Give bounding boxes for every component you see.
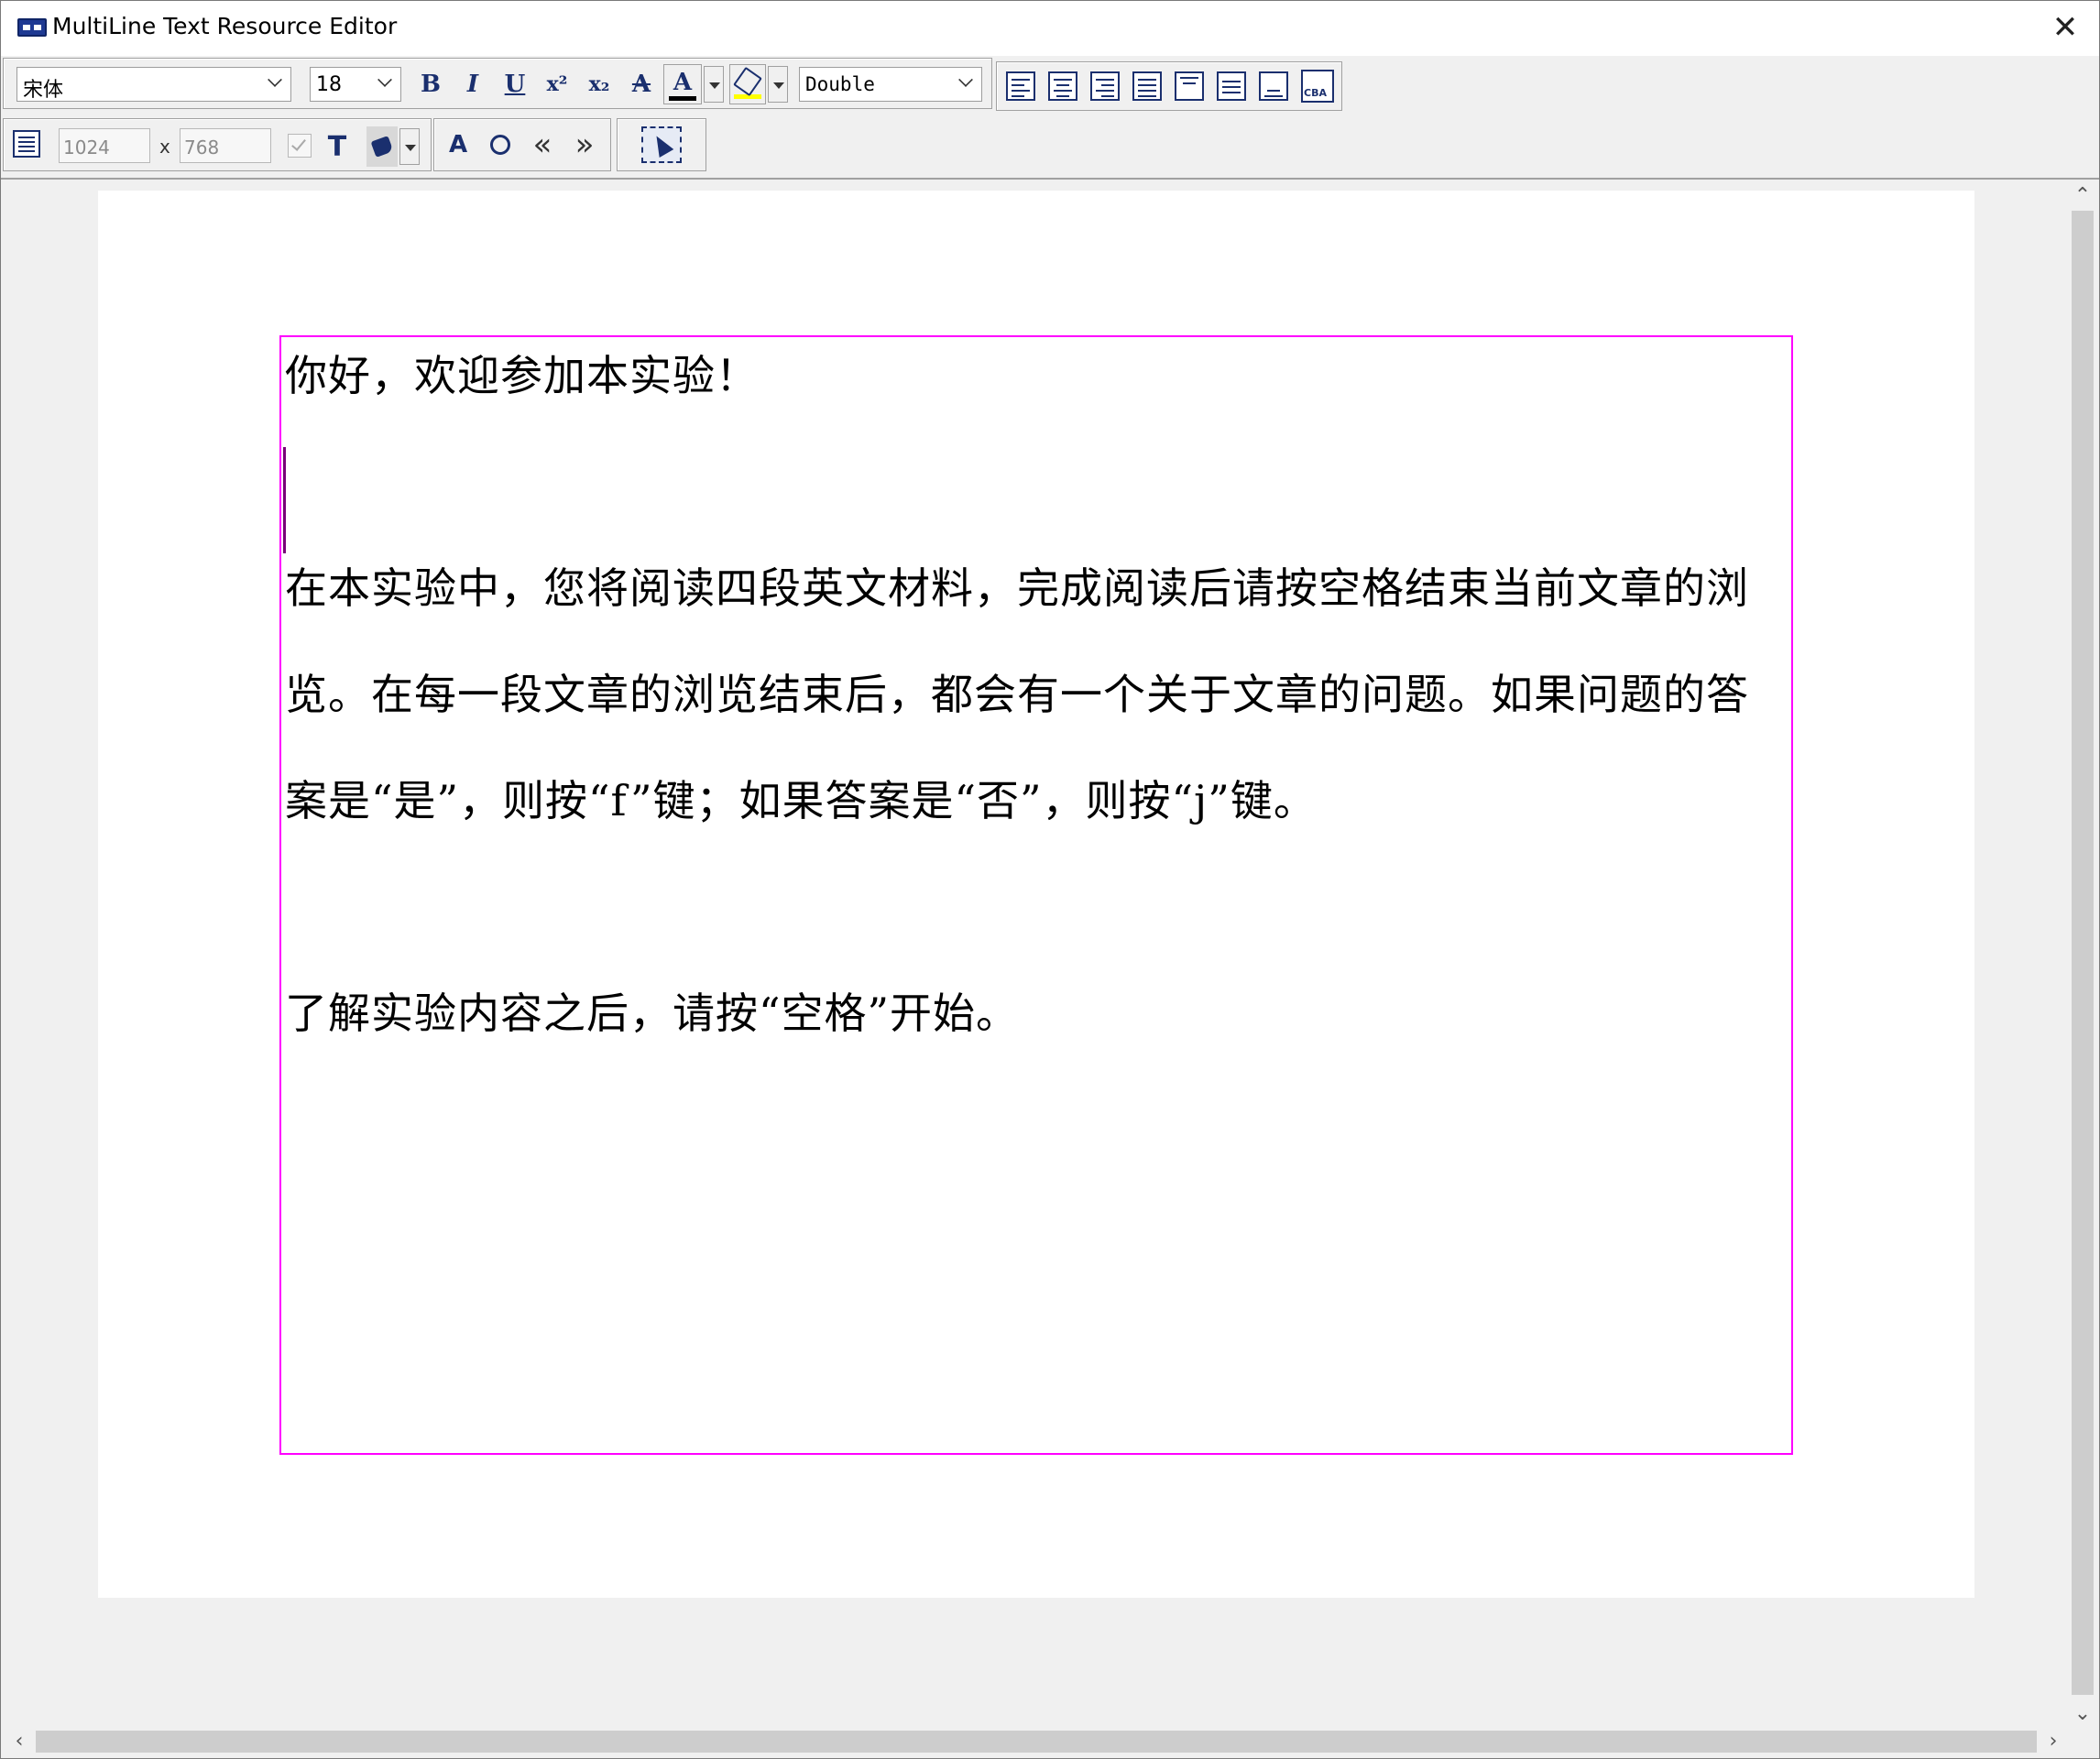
valign-top-icon[interactable] [1175, 71, 1204, 101]
greeting-line: 你好，欢迎参加本实验！ [285, 351, 759, 400]
font-size-select[interactable]: 18 [310, 67, 401, 102]
line-spacing-value: Double [805, 73, 875, 95]
fill-color-dropdown[interactable] [399, 128, 420, 165]
paint-bucket-icon [370, 136, 394, 158]
vertical-scroll-thumb[interactable] [2072, 211, 2094, 1695]
window-title: MultiLine Text Resource Editor [52, 13, 398, 39]
font-name-value: 宋体 [23, 79, 64, 102]
next-button[interactable]: » [566, 126, 603, 163]
underline-button[interactable]: U [497, 66, 533, 103]
strikethrough-button[interactable]: A [623, 66, 660, 103]
instruction-line-3: 案是“是”，则按“f”键；如果答案是“否”，则按“j”键。 [285, 776, 1317, 825]
subscript-button[interactable]: x₂ [581, 66, 618, 103]
text-caret [283, 447, 286, 553]
previous-button[interactable]: « [524, 126, 561, 163]
font-size-value: 18 [316, 73, 342, 96]
align-left-icon[interactable] [1006, 71, 1035, 101]
size-toolbar: 1024 x 768 T [3, 118, 432, 171]
dimension-separator: x [159, 136, 170, 158]
text-color-bar [669, 95, 696, 101]
scroll-up-icon[interactable]: ⌃ [2072, 185, 2094, 207]
align-right-icon[interactable] [1090, 71, 1120, 101]
font-name-select[interactable]: 宋体 [16, 67, 291, 102]
chevron-down-icon [268, 72, 282, 87]
close-button[interactable]: ✕ [2044, 6, 2086, 49]
page-size-icon [13, 130, 40, 158]
height-field[interactable]: 768 [180, 128, 271, 163]
app-icon [17, 18, 47, 37]
find-replace-icon[interactable] [482, 126, 519, 163]
highlighter-icon [733, 66, 762, 96]
editor-window: MultiLine Text Resource Editor ✕ 宋体 18 B… [0, 0, 2100, 1759]
align-justify-icon[interactable] [1132, 71, 1162, 101]
horizontal-scroll-thumb[interactable] [36, 1731, 2037, 1753]
highlight-dropdown[interactable] [768, 66, 788, 103]
font-toolbar: 宋体 18 B I U x² x₂ A A Double [3, 58, 992, 109]
horizontal-scrollbar[interactable]: ‹ › [3, 1727, 2070, 1756]
bold-button[interactable]: B [412, 66, 449, 103]
toolbar-area: 宋体 18 B I U x² x₂ A A Double CBA 1024 x … [1, 56, 2099, 180]
text-style-icon[interactable]: T [319, 128, 355, 165]
cursor-arrow-icon [649, 131, 674, 158]
scroll-left-icon[interactable]: ‹ [8, 1731, 30, 1753]
text-resource-box[interactable]: 你好，欢迎参加本实验！ 在本实验中，您将阅读四段英文材料，完成阅读后请按空格结束… [279, 335, 1793, 1455]
line-spacing-select[interactable]: Double [799, 67, 982, 102]
start-instruction-line: 了解实验内容之后，请按“空格”开始。 [285, 989, 1020, 1038]
canvas-area: 你好，欢迎参加本实验！ 在本实验中，您将阅读四段英文材料，完成阅读后请按空格结束… [3, 181, 2070, 1729]
chevron-down-icon [958, 72, 973, 87]
align-center-icon[interactable] [1048, 71, 1077, 101]
page: 你好，欢迎参加本实验！ 在本实验中，您将阅读四段英文材料，完成阅读后请按空格结束… [98, 191, 1974, 1598]
instruction-line-2: 览。在每一段文章的浏览结束后，都会有一个关于文章的问题。如果问题的答 [285, 670, 1749, 719]
text-properties-icon[interactable]: A [440, 126, 476, 163]
select-toolbar [617, 118, 706, 171]
valign-bottom-icon[interactable] [1259, 71, 1288, 101]
checkbox[interactable] [288, 134, 312, 158]
check-icon [291, 136, 306, 151]
rtl-label: CBA [1304, 87, 1327, 99]
navigation-toolbar: A « » [433, 118, 611, 171]
text-color-dropdown[interactable] [704, 66, 724, 103]
alignment-toolbar: CBA [996, 61, 1342, 111]
title-bar: MultiLine Text Resource Editor ✕ [1, 1, 2099, 56]
select-tool-button[interactable] [641, 126, 682, 163]
valign-middle-icon[interactable] [1217, 71, 1246, 101]
fill-color-button[interactable] [366, 126, 398, 167]
instruction-line-1: 在本实验中，您将阅读四段英文材料，完成阅读后请按空格结束当前文章的浏 [285, 563, 1749, 613]
scroll-down-icon[interactable]: ⌄ [2072, 1703, 2094, 1725]
right-to-left-icon[interactable]: CBA [1301, 70, 1334, 103]
width-field[interactable]: 1024 [59, 128, 150, 163]
text-color-icon: A [673, 68, 693, 96]
superscript-button[interactable]: x² [539, 66, 575, 103]
magnifier-icon [490, 135, 510, 155]
highlight-button[interactable] [729, 64, 766, 104]
chevron-down-icon [377, 72, 392, 87]
italic-button[interactable]: I [454, 66, 491, 103]
scroll-right-icon[interactable]: › [2042, 1731, 2064, 1753]
vertical-scrollbar[interactable]: ⌃ ⌄ [2068, 181, 2097, 1729]
text-color-button[interactable]: A [663, 64, 702, 104]
